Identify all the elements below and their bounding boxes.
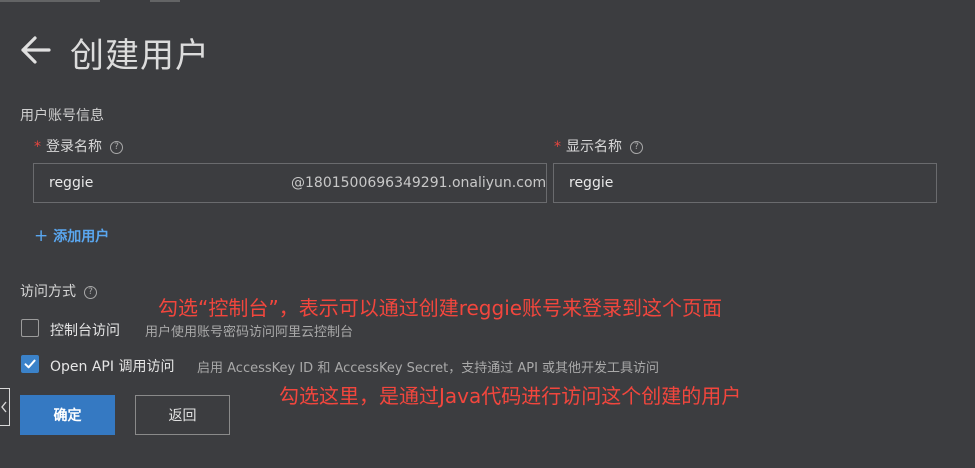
back-button[interactable]: 返回: [135, 395, 230, 435]
checkmark-icon: [24, 359, 36, 369]
console-access-checkbox[interactable]: [21, 319, 39, 337]
required-mark: *: [34, 139, 41, 155]
required-mark: *: [554, 139, 561, 155]
annotation-api-note: 勾选这里，是通过Java代码进行访问这个创建的用户: [279, 384, 742, 408]
add-user-button[interactable]: + 添加用户: [34, 226, 109, 246]
help-icon[interactable]: ?: [110, 140, 123, 154]
annotation-console-note: 勾选“控制台”，表示可以通过创建reggie账号来登录到这个页面: [158, 296, 723, 320]
display-name-input[interactable]: reggie: [553, 163, 937, 203]
collapse-handle[interactable]: [0, 388, 10, 426]
console-access-label[interactable]: 控制台访问: [50, 320, 120, 340]
login-name-domain-suffix: @1801500696349291.onaliyun.com: [291, 175, 547, 191]
access-method-label-text: 访问方式: [20, 284, 76, 300]
api-access-label[interactable]: Open API 调用访问: [50, 356, 174, 376]
add-user-label: 添加用户: [53, 229, 110, 245]
section-title-user-info: 用户账号信息: [20, 108, 104, 124]
display-name-label: * 显示名称?: [554, 136, 643, 156]
help-icon[interactable]: ?: [84, 285, 97, 299]
login-name-label: * 登录名称?: [34, 136, 123, 156]
chevron-left-icon: [1, 401, 7, 413]
top-edge-stub: [0, 0, 180, 2]
login-name-value: reggie: [49, 175, 94, 191]
display-name-value: reggie: [569, 175, 614, 191]
arrow-left-icon[interactable]: [18, 30, 52, 70]
access-method-label: 访问方式?: [20, 281, 97, 301]
api-access-checkbox[interactable]: [21, 355, 39, 373]
confirm-button[interactable]: 确定: [20, 395, 115, 435]
console-access-desc: 用户使用账号密码访问阿里云控制台: [145, 325, 354, 340]
plus-icon: +: [34, 226, 49, 246]
help-icon[interactable]: ?: [630, 140, 643, 154]
display-name-label-text: 显示名称: [566, 139, 622, 155]
login-name-label-text: 登录名称: [46, 139, 102, 155]
login-name-input[interactable]: reggie @1801500696349291.onaliyun.com: [33, 163, 547, 203]
page-title: 创建用户: [70, 36, 210, 76]
api-access-desc: 启用 AccessKey ID 和 AccessKey Secret，支持通过 …: [197, 361, 660, 376]
